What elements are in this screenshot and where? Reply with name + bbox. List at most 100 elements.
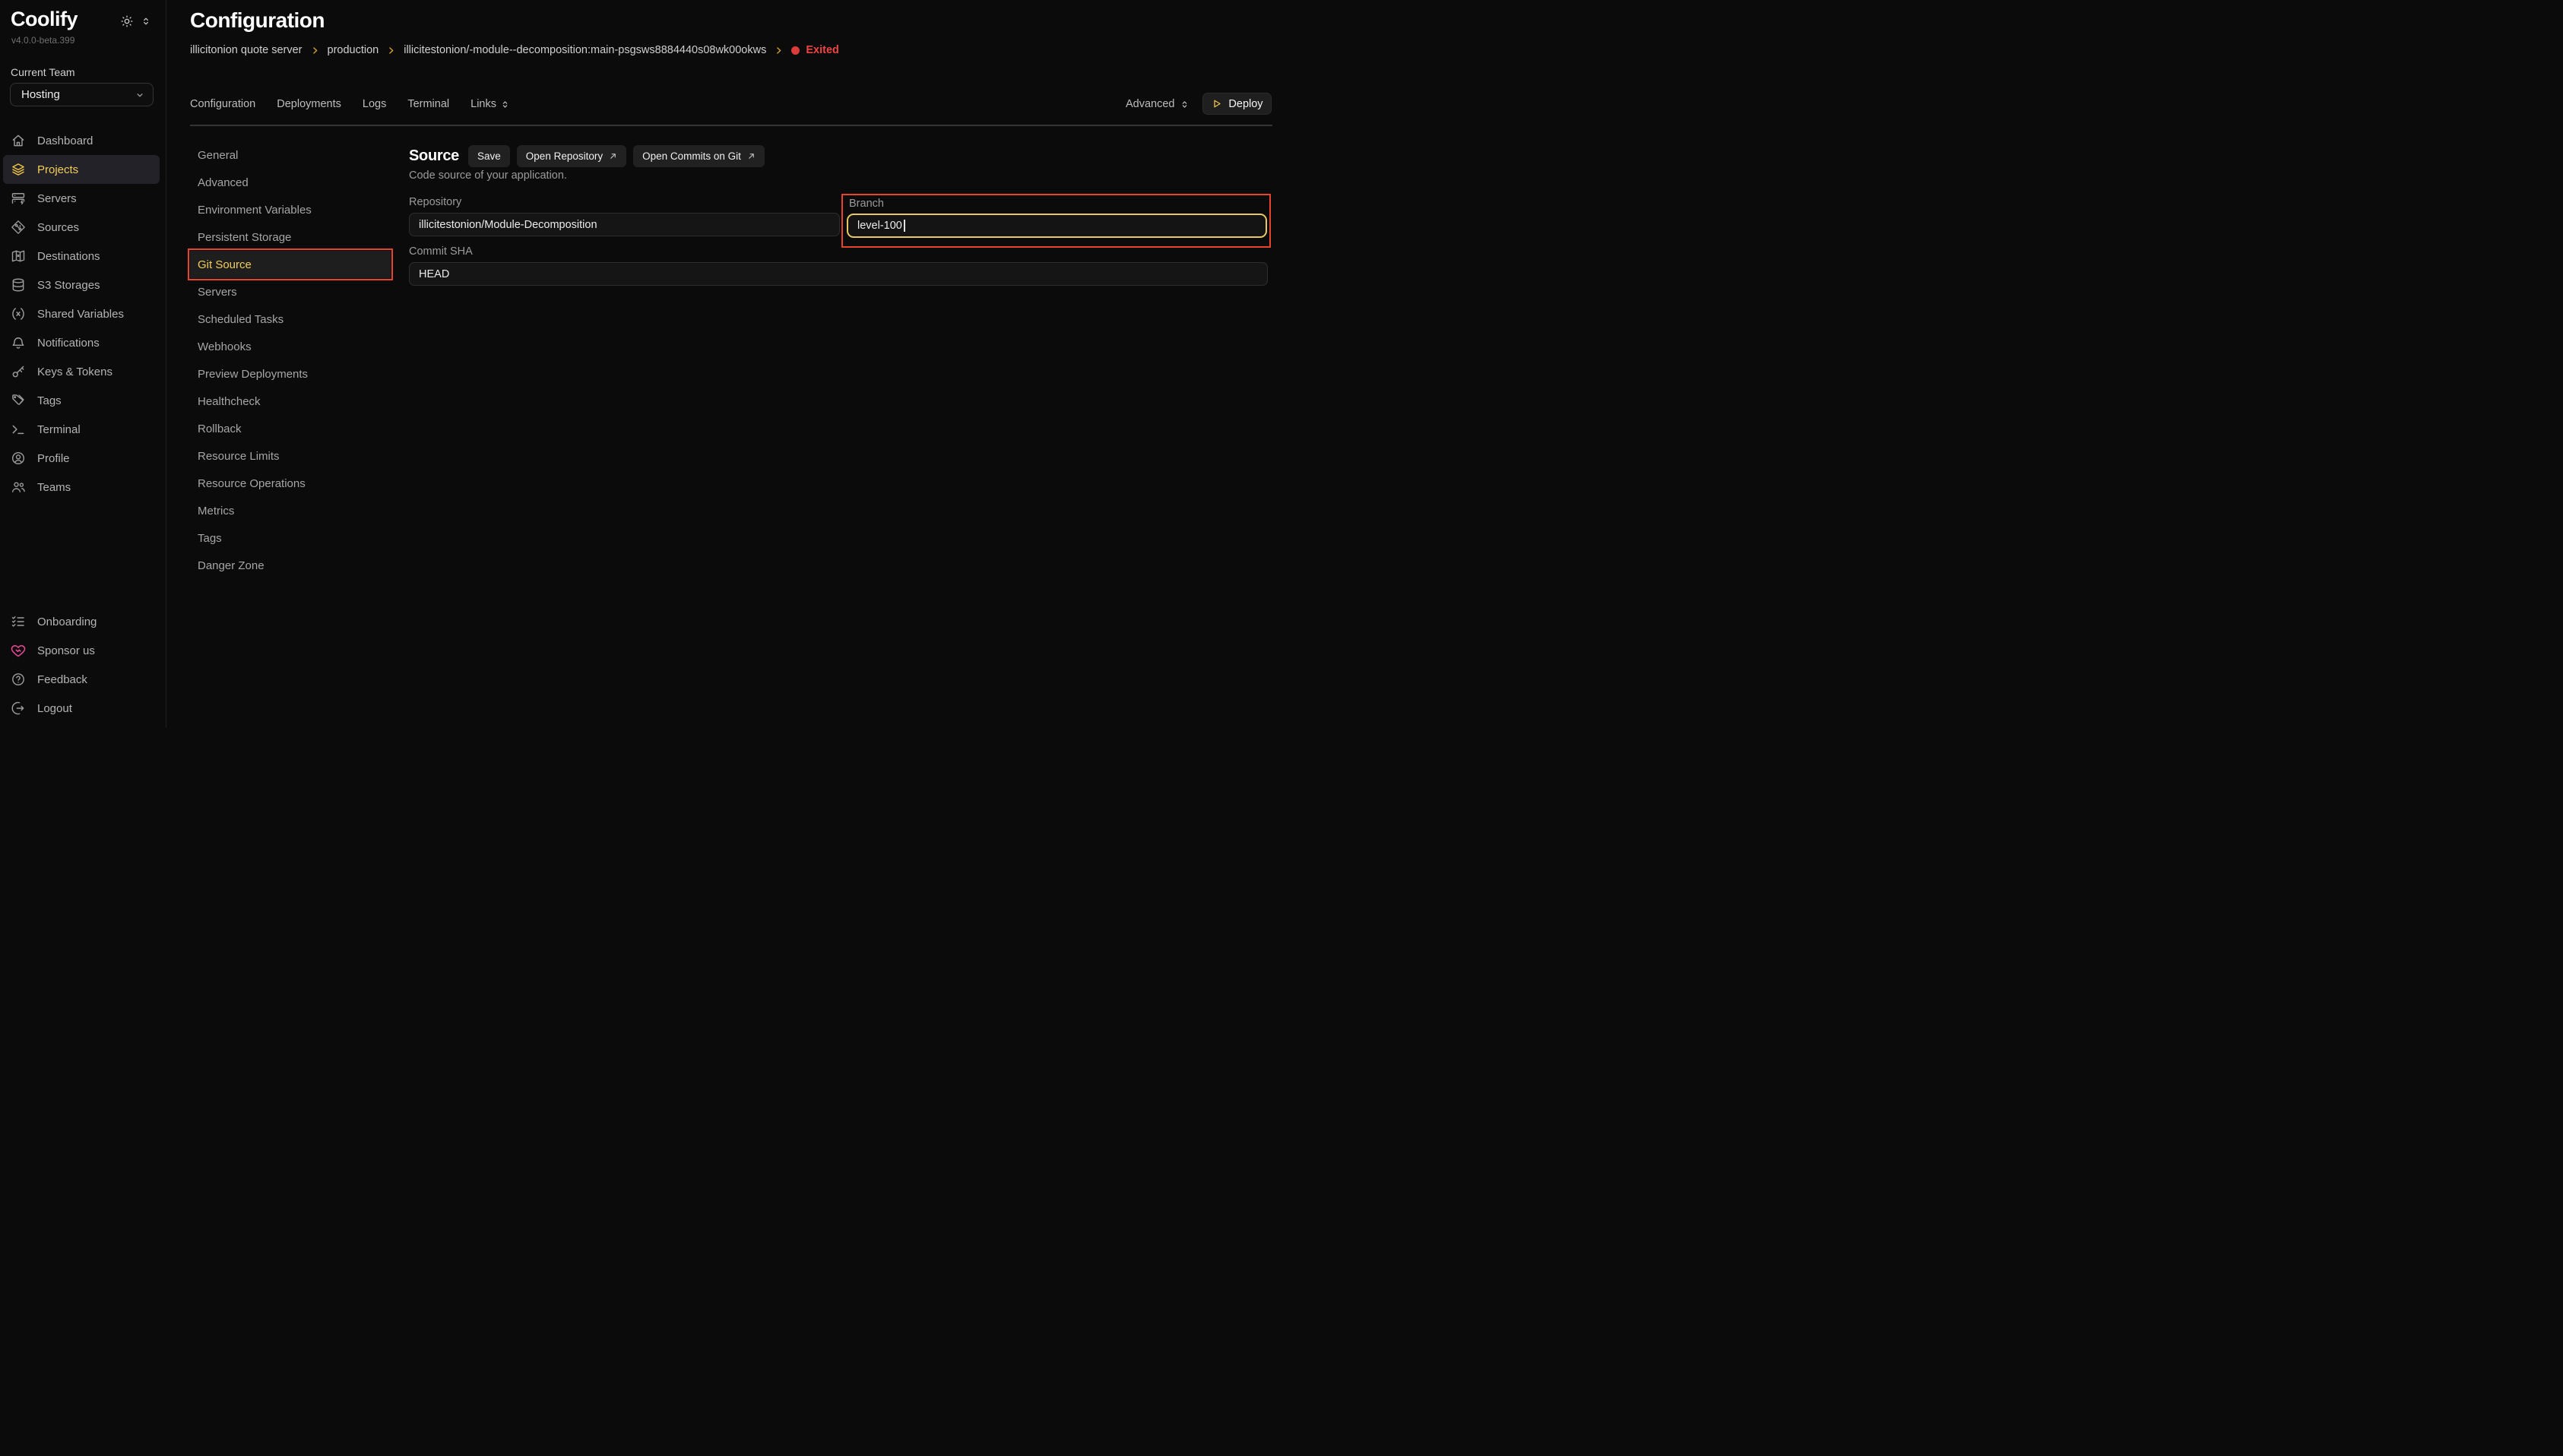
selector-icon <box>1180 100 1190 109</box>
open-commits-label: Open Commits on Git <box>642 150 741 162</box>
team-select[interactable]: Hosting <box>10 83 154 106</box>
text-caret <box>904 220 905 232</box>
sidebar-item-shared-variables[interactable]: Shared Variables <box>3 299 160 328</box>
subnav-item-servers[interactable]: Servers <box>190 278 391 305</box>
tab-links-label: Links <box>470 98 496 110</box>
repository-label: Repository <box>409 196 461 208</box>
advanced-label: Advanced <box>1126 98 1175 110</box>
sidebar-item-label: Dashboard <box>37 135 93 147</box>
external-link-icon <box>747 152 756 160</box>
subnav-item-danger-zone[interactable]: Danger Zone <box>190 552 391 579</box>
checklist-icon <box>11 614 26 629</box>
app-logo[interactable]: Coolify <box>11 8 78 31</box>
sidebar-item-s3-storages[interactable]: S3 Storages <box>3 271 160 299</box>
subnav-item-resource-operations[interactable]: Resource Operations <box>190 470 391 497</box>
sidebar-item-label: Logout <box>37 702 72 715</box>
tab-links[interactable]: Links <box>470 98 510 110</box>
sidebar-item-notifications[interactable]: Notifications <box>3 328 160 357</box>
sidebar-item-profile[interactable]: Profile <box>3 444 160 473</box>
sidebar-item-label: Sources <box>37 221 79 234</box>
sidebar-item-servers[interactable]: Servers <box>3 184 160 213</box>
terminal-icon <box>11 422 26 437</box>
subnav-item-preview-deployments[interactable]: Preview Deployments <box>190 360 391 388</box>
save-button[interactable]: Save <box>468 145 510 167</box>
sidebar-footer-nav: Onboarding Sponsor us Feedback Logout <box>0 607 166 723</box>
config-subnav: General Advanced Environment Variables P… <box>190 141 391 579</box>
sidebar-item-sponsor-us[interactable]: Sponsor us <box>3 636 160 665</box>
subnav-item-persistent-storage[interactable]: Persistent Storage <box>190 223 391 251</box>
layers-icon <box>11 162 26 177</box>
coolify-app: Coolify v4.0.0-beta.399 Current Team Hos… <box>0 0 1282 728</box>
sidebar-item-label: Shared Variables <box>37 308 124 321</box>
source-section-header: Source Save Open Repository Open Commits… <box>409 144 765 167</box>
subnav-item-metrics[interactable]: Metrics <box>190 497 391 524</box>
tab-terminal[interactable]: Terminal <box>407 98 449 110</box>
git-source-icon <box>11 220 26 235</box>
sidebar-item-onboarding[interactable]: Onboarding <box>3 607 160 636</box>
tab-deployments[interactable]: Deployments <box>277 98 341 110</box>
subnav-item-tags[interactable]: Tags <box>190 524 391 552</box>
map-icon <box>11 248 26 264</box>
bell-icon <box>11 335 26 350</box>
subnav-item-webhooks[interactable]: Webhooks <box>190 333 391 360</box>
tab-configuration[interactable]: Configuration <box>190 98 255 110</box>
theme-selector-icon[interactable] <box>141 16 151 27</box>
play-icon <box>1211 98 1222 109</box>
breadcrumb-project[interactable]: illicitonion quote server <box>190 44 303 56</box>
subnav-item-healthcheck[interactable]: Healthcheck <box>190 388 391 415</box>
sidebar-item-label: Sponsor us <box>37 644 95 657</box>
theme-controls <box>120 14 151 28</box>
subnav-item-environment-variables[interactable]: Environment Variables <box>190 196 391 223</box>
sidebar-item-teams[interactable]: Teams <box>3 473 160 502</box>
breadcrumb-environment[interactable]: production <box>328 44 379 56</box>
sidebar-item-label: Notifications <box>37 337 100 350</box>
subnav-item-scheduled-tasks[interactable]: Scheduled Tasks <box>190 305 391 333</box>
sidebar: Coolify v4.0.0-beta.399 Current Team Hos… <box>0 0 166 728</box>
sidebar-item-feedback[interactable]: Feedback <box>3 665 160 694</box>
sidebar-item-destinations[interactable]: Destinations <box>3 242 160 271</box>
key-icon <box>11 364 26 379</box>
sidebar-item-logout[interactable]: Logout <box>3 694 160 723</box>
main-content: Configuration illicitonion quote server … <box>166 0 1282 728</box>
sun-icon[interactable] <box>120 14 134 28</box>
server-icon <box>11 191 26 206</box>
status-text: Exited <box>806 44 839 56</box>
subnav-item-advanced[interactable]: Advanced <box>190 169 391 196</box>
sidebar-item-projects[interactable]: Projects <box>3 155 160 184</box>
breadcrumb: illicitonion quote server production ill… <box>190 44 839 56</box>
sidebar-item-label: Keys & Tokens <box>37 366 112 378</box>
sidebar-item-label: Destinations <box>37 250 100 263</box>
sidebar-item-label: Servers <box>37 192 77 205</box>
sidebar-item-label: Onboarding <box>37 616 97 628</box>
deploy-button[interactable]: Deploy <box>1202 93 1272 115</box>
subnav-item-resource-limits[interactable]: Resource Limits <box>190 442 391 470</box>
status-badge: Exited <box>791 44 839 56</box>
status-dot-icon <box>791 46 800 55</box>
selector-icon <box>500 100 510 109</box>
branch-input[interactable]: level-100 <box>847 214 1267 238</box>
users-icon <box>11 480 26 495</box>
breadcrumb-application[interactable]: illicitestonion/-module--decomposition:m… <box>404 44 766 56</box>
advanced-dropdown[interactable]: Advanced <box>1126 94 1190 114</box>
sidebar-item-label: Teams <box>37 481 71 494</box>
open-commits-button[interactable]: Open Commits on Git <box>633 145 765 167</box>
chevron-right-icon <box>386 46 396 55</box>
sidebar-item-dashboard[interactable]: Dashboard <box>3 126 160 155</box>
sidebar-item-tags[interactable]: Tags <box>3 386 160 415</box>
subnav-item-rollback[interactable]: Rollback <box>190 415 391 442</box>
section-title: Source <box>409 147 459 165</box>
variables-icon <box>11 306 26 321</box>
tab-logs[interactable]: Logs <box>363 98 386 110</box>
sidebar-item-terminal[interactable]: Terminal <box>3 415 160 444</box>
chevron-right-icon <box>310 46 320 55</box>
subnav-item-general[interactable]: General <box>190 141 391 169</box>
open-repository-button[interactable]: Open Repository <box>517 145 626 167</box>
sidebar-item-keys-tokens[interactable]: Keys & Tokens <box>3 357 160 386</box>
commit-sha-input[interactable]: HEAD <box>409 262 1268 286</box>
sidebar-item-sources[interactable]: Sources <box>3 213 160 242</box>
subnav-item-git-source[interactable]: Git Source <box>190 251 391 278</box>
repository-input[interactable]: illicitestonion/Module-Decomposition <box>409 213 840 236</box>
commit-sha-label: Commit SHA <box>409 245 473 258</box>
sidebar-item-label: Profile <box>37 452 70 465</box>
heart-icon <box>11 643 26 658</box>
